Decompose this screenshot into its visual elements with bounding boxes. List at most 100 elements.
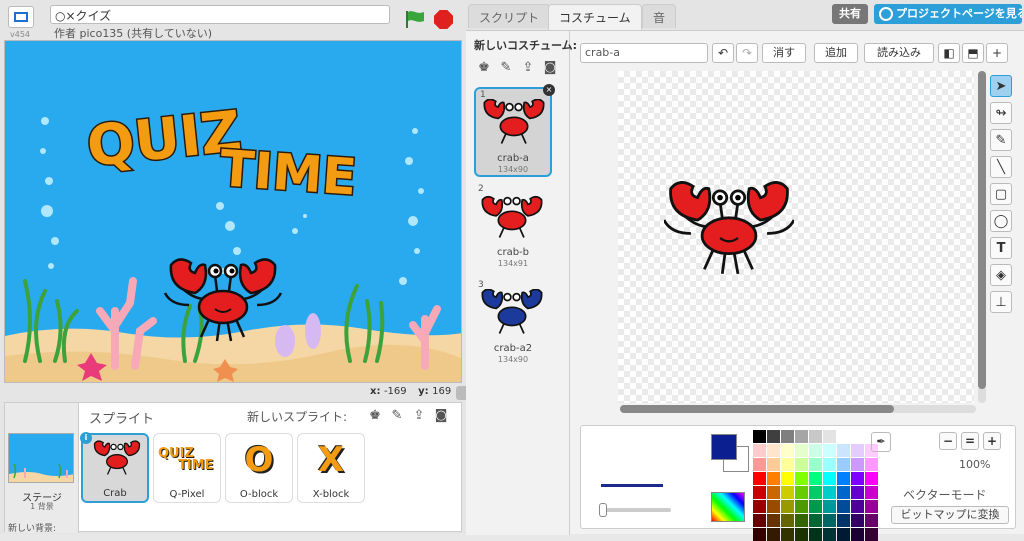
palette-swatch[interactable] [753,514,766,527]
upload-icon[interactable]: ⇪ [520,59,536,75]
sprite-tile-x-block[interactable]: X X-block [297,433,365,503]
camera-icon[interactable]: ◙ [433,407,449,423]
select-arrow-icon[interactable]: ➤ [990,75,1012,97]
undo-icon[interactable]: ↶ [712,43,734,63]
palette-swatch[interactable] [865,472,878,485]
palette-swatch[interactable] [753,486,766,499]
import-button[interactable]: 読み込み [864,43,934,63]
zoom-in-icon[interactable]: + [983,432,1001,450]
primary-color-swatch[interactable] [711,434,737,460]
palette-swatch[interactable] [809,486,822,499]
upload-icon[interactable]: ⇪ [411,407,427,423]
line-width-slider[interactable] [599,503,671,517]
add-button[interactable]: 追加 [814,43,858,63]
palette-swatch[interactable] [851,472,864,485]
paint-brush-icon[interactable]: ✎ [389,407,405,423]
palette-swatch[interactable] [781,444,794,457]
stamp-icon[interactable]: ⊥ [990,291,1012,313]
clear-button[interactable]: 消す [762,43,806,63]
palette-swatch[interactable] [837,500,850,513]
palette-swatch[interactable] [767,486,780,499]
palette-swatch[interactable] [865,514,878,527]
palette-swatch[interactable] [823,528,836,541]
palette-swatch[interactable] [837,472,850,485]
palette-swatch[interactable] [823,444,836,457]
palette-swatch[interactable] [781,528,794,541]
sprite-tile-o-block[interactable]: O O-block [225,433,293,503]
flip-vertical-icon[interactable]: ⬒ [962,43,984,63]
palette-swatch[interactable] [837,444,850,457]
canvas-horizontal-scrollbar[interactable] [620,405,976,413]
palette-swatch[interactable] [753,444,766,457]
sprite-library-icon[interactable]: ♚ [367,407,383,423]
zoom-out-icon[interactable]: − [939,432,957,450]
camera-icon[interactable]: ◙ [542,59,558,75]
palette-swatch[interactable] [851,486,864,499]
palette-swatch[interactable] [795,486,808,499]
palette-swatch[interactable] [837,430,850,443]
reshape-icon[interactable]: ↬ [990,102,1012,124]
stop-icon[interactable] [434,10,453,29]
palette-swatch[interactable] [823,458,836,471]
palette-swatch[interactable] [781,472,794,485]
palette-swatch[interactable] [767,528,780,541]
palette-swatch[interactable] [767,430,780,443]
palette-swatch[interactable] [809,500,822,513]
stage-canvas[interactable]: QUIZ TIME [4,40,462,383]
canvas-vertical-scrollbar[interactable] [978,71,986,403]
redo-icon[interactable]: ↷ [736,43,758,63]
collapse-stage-button[interactable] [456,386,466,400]
palette-swatch[interactable] [781,430,794,443]
paint-canvas[interactable] [618,71,974,403]
palette-swatch[interactable] [851,528,864,541]
palette-swatch[interactable] [809,514,822,527]
sprite-tile-crab[interactable]: i Crab [80,432,149,503]
costume-item-crab-a2[interactable]: 3 crab-a2 134x90 [474,279,552,369]
sprite-tile-q-pixel[interactable]: QUIZ TIME Q-Pixel [153,433,221,503]
palette-swatch[interactable] [781,500,794,513]
fill-bucket-icon[interactable]: ◈ [990,264,1012,286]
pencil-icon[interactable]: ✎ [990,129,1012,151]
eyedropper-icon[interactable]: ✒ [871,432,891,452]
palette-swatch[interactable] [795,500,808,513]
paint-brush-icon[interactable]: ✎ [498,59,514,75]
fullscreen-button[interactable] [8,6,34,28]
palette-swatch[interactable] [851,500,864,513]
palette-swatch[interactable] [851,430,864,443]
project-title-input[interactable]: ○×クイズ [50,5,390,24]
ellipse-icon[interactable]: ◯ [990,210,1012,232]
palette-swatch[interactable] [809,444,822,457]
see-project-page-button[interactable]: プロジェクトページを見る [874,4,1022,24]
costume-item-crab-a[interactable]: 1 × crab-a 134x90 [474,84,555,177]
palette-swatch[interactable] [753,500,766,513]
palette-swatch[interactable] [795,430,808,443]
stage-selector[interactable]: ステージ 1 背景 新しい背景: [5,403,79,534]
text-icon[interactable]: T [990,237,1012,259]
palette-swatch[interactable] [837,528,850,541]
set-center-icon[interactable]: + [986,43,1008,63]
line-icon[interactable]: ╲ [990,156,1012,178]
palette-swatch[interactable] [781,458,794,471]
palette-swatch[interactable] [795,458,808,471]
palette-swatch[interactable] [809,458,822,471]
palette-swatch[interactable] [795,528,808,541]
costume-item-crab-b[interactable]: 2 crab-b 134x91 [474,183,552,273]
palette-swatch[interactable] [753,528,766,541]
palette-swatch[interactable] [865,528,878,541]
color-palette[interactable] [753,430,878,541]
tab-scripts[interactable]: スクリプト [468,4,551,28]
palette-swatch[interactable] [823,500,836,513]
palette-swatch[interactable] [781,486,794,499]
costume-library-icon[interactable]: ♚ [476,59,492,75]
palette-swatch[interactable] [753,458,766,471]
rectangle-icon[interactable]: ▢ [990,183,1012,205]
palette-swatch[interactable] [767,500,780,513]
info-icon[interactable]: i [80,432,92,444]
palette-swatch[interactable] [837,514,850,527]
canvas-crab[interactable] [664,181,794,277]
palette-swatch[interactable] [781,514,794,527]
palette-swatch[interactable] [823,430,836,443]
palette-swatch[interactable] [837,458,850,471]
palette-swatch[interactable] [767,514,780,527]
tab-costumes[interactable]: コスチューム [548,4,642,30]
